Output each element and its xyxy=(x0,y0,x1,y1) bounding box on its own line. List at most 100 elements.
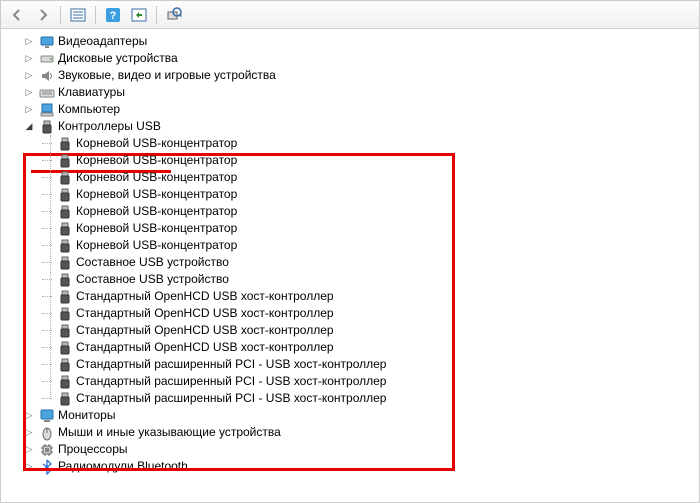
tree-node[interactable]: Стандартный расширенный PCI - USB хост-к… xyxy=(9,390,699,407)
tree-node-label: Корневой USB-концентратор xyxy=(76,152,243,169)
tree-node-label: Корневой USB-концентратор xyxy=(76,237,243,254)
tree-node-label: Стандартный OpenHCD USB хост-контроллер xyxy=(76,288,340,305)
tree-node[interactable]: Составное USB устройство xyxy=(9,254,699,271)
tree-twisty-collapsed[interactable]: ▷ xyxy=(23,53,35,65)
usb-icon xyxy=(57,221,73,237)
audio-icon xyxy=(39,68,55,84)
tree-node[interactable]: Корневой USB-концентратор xyxy=(9,135,699,152)
tree-node[interactable]: ◢ Контроллеры USB xyxy=(9,118,699,135)
tree-node-label: Дисковые устройства xyxy=(58,50,184,67)
usb-icon xyxy=(57,238,73,254)
tree-twisty-collapsed[interactable]: ▷ xyxy=(23,104,35,116)
tree-node[interactable]: ▷ Мониторы xyxy=(9,407,699,424)
tree-node[interactable]: ▷ Мыши и иные указывающие устройства xyxy=(9,424,699,441)
tree-node[interactable]: Корневой USB-концентратор xyxy=(9,220,699,237)
tree-node-label: Стандартный OpenHCD USB хост-контроллер xyxy=(76,305,340,322)
svg-text:?: ? xyxy=(110,10,117,22)
tree-node[interactable]: ▷ Звуковые, видео и игровые устройства xyxy=(9,67,699,84)
tree-node-label: Звуковые, видео и игровые устройства xyxy=(58,67,282,84)
tree-node-label: Стандартный OpenHCD USB хост-контроллер xyxy=(76,339,340,356)
tree-node-label: Корневой USB-концентратор xyxy=(76,169,243,186)
device-tree[interactable]: ▷ Видеоадаптеры ▷ Дисковые устройства ▷ Звуко… xyxy=(1,29,699,502)
refresh-icon xyxy=(131,8,147,22)
list-icon xyxy=(70,8,86,22)
arrow-right-icon xyxy=(36,8,50,22)
tree-node[interactable]: Корневой USB-концентратор xyxy=(9,152,699,169)
forward-button[interactable] xyxy=(31,4,55,26)
display-icon xyxy=(39,34,55,50)
tree-twisty-collapsed[interactable]: ▷ xyxy=(23,87,35,99)
bluetooth-icon xyxy=(39,459,55,475)
help-button[interactable]: ? xyxy=(101,4,125,26)
tree-twisty-collapsed[interactable]: ▷ xyxy=(23,427,35,439)
usb-icon xyxy=(57,153,73,169)
toolbar-separator xyxy=(156,6,157,24)
scan-button[interactable] xyxy=(162,4,186,26)
monitor-icon xyxy=(39,408,55,424)
usb-icon xyxy=(57,170,73,186)
tree-node-label: Корневой USB-концентратор xyxy=(76,186,243,203)
tree-node[interactable]: ▷ Видеоадаптеры xyxy=(9,33,699,50)
help-icon: ? xyxy=(105,7,121,23)
tree-node-label: Стандартный OpenHCD USB хост-контроллер xyxy=(76,322,340,339)
scan-hardware-icon xyxy=(166,7,182,23)
tree-node-label: Компьютер xyxy=(58,101,126,118)
tree-node[interactable]: Стандартный OpenHCD USB хост-контроллер xyxy=(9,288,699,305)
tree-twisty-collapsed[interactable]: ▷ xyxy=(23,444,35,456)
tree-node[interactable]: ▷ Радиомодули Bluetooth xyxy=(9,458,699,475)
toolbar-separator xyxy=(95,6,96,24)
tree-children: Корневой USB-концентраторКорневой USB-ко… xyxy=(9,135,699,407)
usb-icon xyxy=(57,136,73,152)
tree-node-label: Стандартный расширенный PCI - USB хост-к… xyxy=(76,390,392,407)
details-button[interactable] xyxy=(66,4,90,26)
tree-node[interactable]: Стандартный OpenHCD USB хост-контроллер xyxy=(9,339,699,356)
usb-icon xyxy=(57,306,73,322)
cpu-icon xyxy=(39,442,55,458)
tree-node[interactable]: ▷ Компьютер xyxy=(9,101,699,118)
toolbar-separator xyxy=(60,6,61,24)
tree-node-label: Составное USB устройство xyxy=(76,271,235,288)
usb-icon xyxy=(39,119,55,135)
tree-node-label: Мыши и иные указывающие устройства xyxy=(58,424,287,441)
tree-node[interactable]: Стандартный расширенный PCI - USB хост-к… xyxy=(9,356,699,373)
tree-node[interactable]: ▷ Процессоры xyxy=(9,441,699,458)
tree-node[interactable]: Корневой USB-концентратор xyxy=(9,203,699,220)
tree-node[interactable]: Корневой USB-концентратор xyxy=(9,186,699,203)
tree-node-label: Стандартный расширенный PCI - USB хост-к… xyxy=(76,356,392,373)
usb-icon xyxy=(57,391,73,407)
tree-node[interactable]: ▷ Дисковые устройства xyxy=(9,50,699,67)
usb-icon xyxy=(57,187,73,203)
back-button[interactable] xyxy=(5,4,29,26)
tree-twisty-collapsed[interactable]: ▷ xyxy=(23,36,35,48)
usb-icon xyxy=(57,374,73,390)
tree-node[interactable]: Стандартный OpenHCD USB хост-контроллер xyxy=(9,305,699,322)
tree-node[interactable]: ▷ Клавиатуры xyxy=(9,84,699,101)
tree-node-label: Корневой USB-концентратор xyxy=(76,220,243,237)
tree-node-label: Стандартный расширенный PCI - USB хост-к… xyxy=(76,373,392,390)
tree-node-label: Процессоры xyxy=(58,441,134,458)
tree-node-label: Видеоадаптеры xyxy=(58,33,153,50)
usb-icon xyxy=(57,323,73,339)
tree-node-label: Контроллеры USB xyxy=(58,118,167,135)
tree-twisty-collapsed[interactable]: ▷ xyxy=(23,461,35,473)
tree-twisty-expanded[interactable]: ◢ xyxy=(23,121,35,133)
tree-twisty-collapsed[interactable]: ▷ xyxy=(23,70,35,82)
tree-twisty-collapsed[interactable]: ▷ xyxy=(23,410,35,422)
tree-node-label: Клавиатуры xyxy=(58,84,131,101)
refresh-button[interactable] xyxy=(127,4,151,26)
tree-node[interactable]: Корневой USB-концентратор xyxy=(9,237,699,254)
tree-node[interactable]: Корневой USB-концентратор xyxy=(9,169,699,186)
tree-node[interactable]: Стандартный расширенный PCI - USB хост-к… xyxy=(9,373,699,390)
usb-icon xyxy=(57,289,73,305)
usb-icon xyxy=(57,340,73,356)
mouse-icon xyxy=(39,425,55,441)
tree-node[interactable]: Составное USB устройство xyxy=(9,271,699,288)
tree-node-label: Мониторы xyxy=(58,407,121,424)
tree-node[interactable]: Стандартный OpenHCD USB хост-контроллер xyxy=(9,322,699,339)
tree-node-label: Корневой USB-концентратор xyxy=(76,203,243,220)
tree-node-label: Корневой USB-концентратор xyxy=(76,135,243,152)
arrow-left-icon xyxy=(10,8,24,22)
usb-icon xyxy=(57,255,73,271)
usb-icon xyxy=(57,357,73,373)
tree-node-label: Радиомодули Bluetooth xyxy=(58,458,194,475)
